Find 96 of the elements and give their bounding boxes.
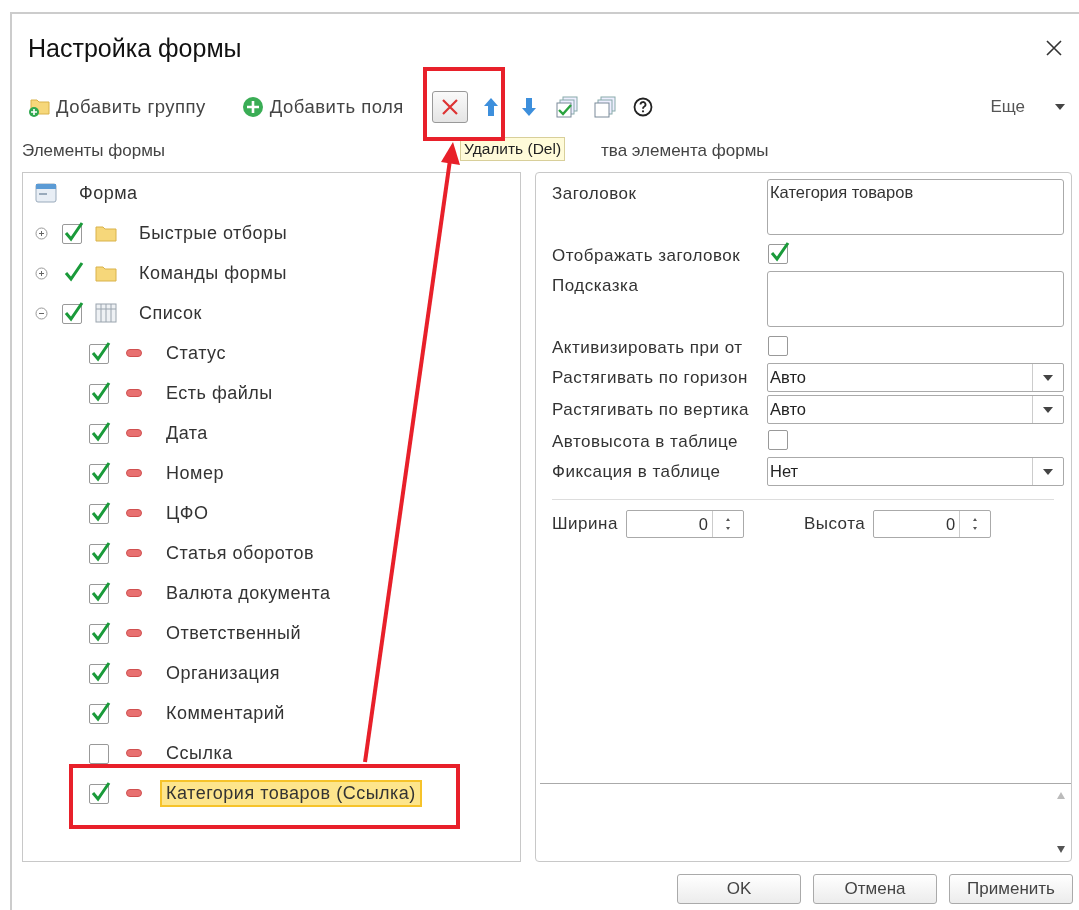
dialog-button[interactable]: Отмена (813, 874, 937, 904)
folder-plus-icon (28, 97, 50, 117)
property-label: Активизировать при от (552, 337, 744, 358)
minus-icon (126, 669, 142, 677)
checkbox[interactable] (88, 541, 112, 565)
checkbox[interactable] (767, 427, 791, 451)
minus-icon (126, 469, 142, 477)
more-button[interactable]: Еще (990, 97, 1065, 117)
collapse-icon[interactable] (35, 306, 48, 320)
checkbox[interactable] (88, 461, 112, 485)
dialog-button[interactable]: OK (677, 874, 801, 904)
property-label: Растягивать по горизон (552, 367, 749, 388)
tree-item[interactable]: Список (133, 299, 208, 327)
checkbox[interactable] (88, 581, 112, 605)
tree-item[interactable]: Комментарий (160, 699, 291, 727)
table-icon (95, 303, 117, 323)
panel-heading: Элементы формы (22, 141, 166, 161)
property-label: Растягивать по вертика (552, 399, 750, 420)
minus-icon (126, 629, 142, 637)
number-field[interactable]: 0 (625, 510, 744, 538)
panel-heading: тва элемента формы (601, 141, 769, 161)
checkbox[interactable] (88, 341, 112, 365)
expand-icon[interactable] (35, 266, 48, 280)
property-label: Заголовок (552, 183, 638, 204)
checkbox[interactable] (61, 301, 85, 325)
tree-item[interactable]: Быстрые отборы (133, 219, 294, 247)
minus-icon (126, 789, 142, 797)
spin-arrows-icon (971, 516, 980, 532)
arrow-down-icon (520, 97, 537, 117)
checkbox[interactable] (88, 661, 112, 685)
caret-icon (1043, 406, 1053, 413)
tree-item[interactable]: Есть файлы (160, 379, 279, 407)
property-label: Фиксация в таблице (552, 461, 722, 482)
property-label: Подсказка (552, 275, 640, 296)
tree-item[interactable]: Статья оборотов (160, 539, 321, 567)
tree-item[interactable]: ЦФО (160, 499, 215, 527)
toolbar-button[interactable]: Добавить группу (28, 96, 206, 118)
caret-icon (1055, 104, 1065, 110)
text-field[interactable]: Категория товаров (767, 179, 1064, 235)
check-stack-icon (555, 96, 578, 118)
checkbox[interactable] (767, 241, 791, 265)
property-label: Высота (803, 514, 866, 534)
tree-item[interactable]: Ответственный (160, 619, 308, 647)
dialog-button[interactable]: Применить (949, 874, 1073, 904)
dropdown-field[interactable]: Авто (767, 363, 1064, 392)
tree-item[interactable]: Ссылка (160, 739, 239, 767)
minus-icon (126, 589, 142, 597)
form-icon (35, 183, 57, 203)
minus-icon (126, 749, 142, 757)
tooltip: Удалить (Del) (460, 137, 566, 161)
dropdown-field[interactable]: Нет (767, 457, 1064, 486)
tree-item[interactable]: Команды формы (133, 259, 293, 287)
close-icon (1046, 40, 1062, 56)
dropdown-field[interactable]: Авто (767, 395, 1064, 424)
dialog-title: Настройка формы (28, 33, 242, 63)
tree-item[interactable]: Дата (160, 419, 214, 447)
checkbox[interactable] (767, 333, 791, 357)
property-label: Автовысота в таблице (552, 431, 740, 452)
spin-arrows-icon (723, 516, 732, 532)
expand-icon[interactable] (35, 226, 48, 240)
minus-icon (126, 349, 142, 357)
checkbox[interactable] (88, 741, 112, 765)
caret-icon (1043, 468, 1053, 475)
minus-icon (126, 709, 142, 717)
property-label: Ширина (552, 514, 618, 534)
close-icon (440, 98, 459, 116)
minus-icon (126, 509, 142, 517)
tree-item[interactable]: Категория товаров (Ссылка) (160, 779, 422, 807)
minus-icon (126, 549, 142, 557)
minus-icon (126, 389, 142, 397)
tree-item[interactable]: Валюта документа (160, 579, 337, 607)
scroll-down-icon[interactable] (1057, 846, 1065, 853)
plus-circle-icon (241, 96, 264, 118)
stack-icon (593, 96, 616, 118)
text-field[interactable] (767, 271, 1064, 327)
folder-icon (95, 264, 117, 282)
help-icon (632, 97, 653, 117)
checkbox[interactable] (88, 701, 112, 725)
caret-icon (1043, 374, 1053, 381)
number-field[interactable]: 0 (873, 510, 992, 538)
checkbox[interactable] (61, 221, 85, 245)
checkbox[interactable] (88, 781, 112, 805)
checkbox[interactable] (88, 501, 112, 525)
toolbar-button[interactable]: Добавить поля (241, 96, 404, 118)
scroll-up-icon[interactable] (1057, 792, 1065, 799)
folder-icon (95, 224, 117, 242)
tree-item[interactable]: Форма (73, 179, 144, 207)
checkbox[interactable] (88, 421, 112, 445)
checkbox[interactable] (88, 621, 112, 645)
minus-icon (126, 429, 142, 437)
tree-item[interactable]: Статус (160, 339, 232, 367)
checkbox[interactable] (88, 381, 112, 405)
tree-item[interactable]: Организация (160, 659, 287, 687)
property-label: Отображать заголовок (552, 245, 742, 266)
arrow-up-icon (482, 97, 499, 117)
tree-item[interactable]: Номер (160, 459, 230, 487)
